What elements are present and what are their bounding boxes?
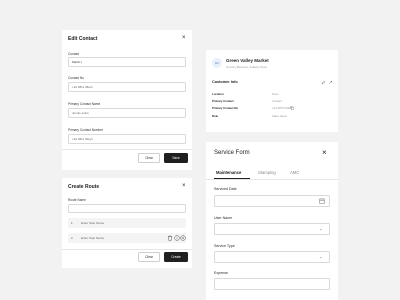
role-key: Role	[212, 114, 219, 118]
location-value: Pune	[272, 92, 279, 96]
role-value: Sales Head	[272, 114, 287, 118]
customer-name: Green Valley Market	[226, 58, 269, 63]
route-name-label: Route Name	[68, 198, 86, 202]
stop-number: 1	[71, 221, 73, 225]
calendar-icon[interactable]	[319, 198, 325, 204]
service-form-title: Service Form	[214, 150, 250, 156]
add-icon[interactable]	[180, 235, 186, 241]
clear-button[interactable]: Clear	[138, 153, 160, 163]
chevron-down-icon: ⌄	[319, 254, 323, 259]
create-route-title: Create Route	[68, 184, 100, 190]
expense-input[interactable]	[214, 278, 330, 290]
copy-icon[interactable]	[290, 105, 294, 110]
service-type-label: Service Type	[214, 244, 235, 248]
customer-info-title: Customer Info	[212, 80, 238, 84]
contact-input[interactable]: Martin |	[68, 57, 186, 67]
customer-subtitle: Grocery Business, Indiana, Pune	[226, 65, 267, 69]
user-name-label: User Name	[214, 216, 233, 220]
avatar: GV	[212, 58, 222, 68]
stop-name-input[interactable]: Enter Stop Name	[81, 236, 104, 240]
close-icon[interactable]: ×	[182, 35, 186, 41]
stop-number: 2	[71, 236, 73, 240]
tab-amc[interactable]: AMC	[290, 170, 299, 175]
primary-contact-name-input[interactable]: Jennie Joins	[68, 108, 186, 118]
primary-contact-number-label: Primary Contact Number	[68, 128, 104, 132]
edit-icon[interactable]	[321, 80, 326, 85]
serviced-date-input[interactable]	[214, 195, 330, 207]
customer-card: GV Green Valley Market Grocery Business,…	[206, 50, 338, 132]
user-name-select[interactable]	[214, 223, 330, 235]
contact-no-input[interactable]: +91 98xx 98xxx	[68, 82, 186, 92]
trash-icon[interactable]	[167, 235, 173, 241]
close-icon[interactable]: ×	[322, 149, 327, 157]
expense-label: Expense	[214, 271, 228, 275]
service-form-panel: Service Form × Maintenance Stamping AMC …	[206, 142, 338, 300]
service-type-select[interactable]	[214, 251, 330, 263]
stop-name-input[interactable]: Enter Stop Name	[81, 221, 104, 225]
create-button[interactable]: Create	[164, 252, 188, 262]
primary-contact-value: Contact	[272, 99, 282, 103]
chevron-down-icon: ⌄	[319, 226, 323, 231]
avatar-initials: GV	[214, 61, 220, 65]
footer-divider	[62, 249, 192, 250]
primary-contact-number-input[interactable]: +91 98xx 93xyz	[68, 134, 186, 144]
edit-contact-dialog: Edit Contact × Contact Martin | Contact …	[62, 30, 192, 170]
primary-contact-no-key: Primary Contact No	[212, 106, 239, 110]
serviced-date-label: Serviced Date	[214, 187, 237, 191]
tabs-divider	[206, 179, 338, 180]
stop-row: 1 Enter Stop Name	[68, 218, 186, 228]
create-route-dialog: Create Route × Route Name 1 Enter Stop N…	[62, 178, 192, 268]
tab-stamping[interactable]: Stamping	[258, 170, 276, 175]
contact-no-label: Contact No	[68, 76, 84, 80]
footer-divider	[62, 149, 192, 150]
save-button[interactable]: Save	[164, 153, 188, 163]
clear-button[interactable]: Clear	[138, 252, 160, 262]
edit-contact-title: Edit Contact	[68, 36, 98, 42]
link-icon[interactable]	[328, 80, 333, 85]
primary-contact-key: Primary Contact	[212, 99, 234, 103]
location-key: Location	[212, 92, 224, 96]
stop-row: 2 Enter Stop Name	[68, 233, 186, 243]
route-name-input[interactable]	[68, 204, 186, 213]
close-icon[interactable]: ×	[182, 183, 186, 189]
primary-contact-name-label: Primary Contact Name	[68, 102, 101, 106]
tab-maintenance[interactable]: Maintenance	[216, 170, 241, 175]
contact-label: Contact	[68, 52, 79, 56]
